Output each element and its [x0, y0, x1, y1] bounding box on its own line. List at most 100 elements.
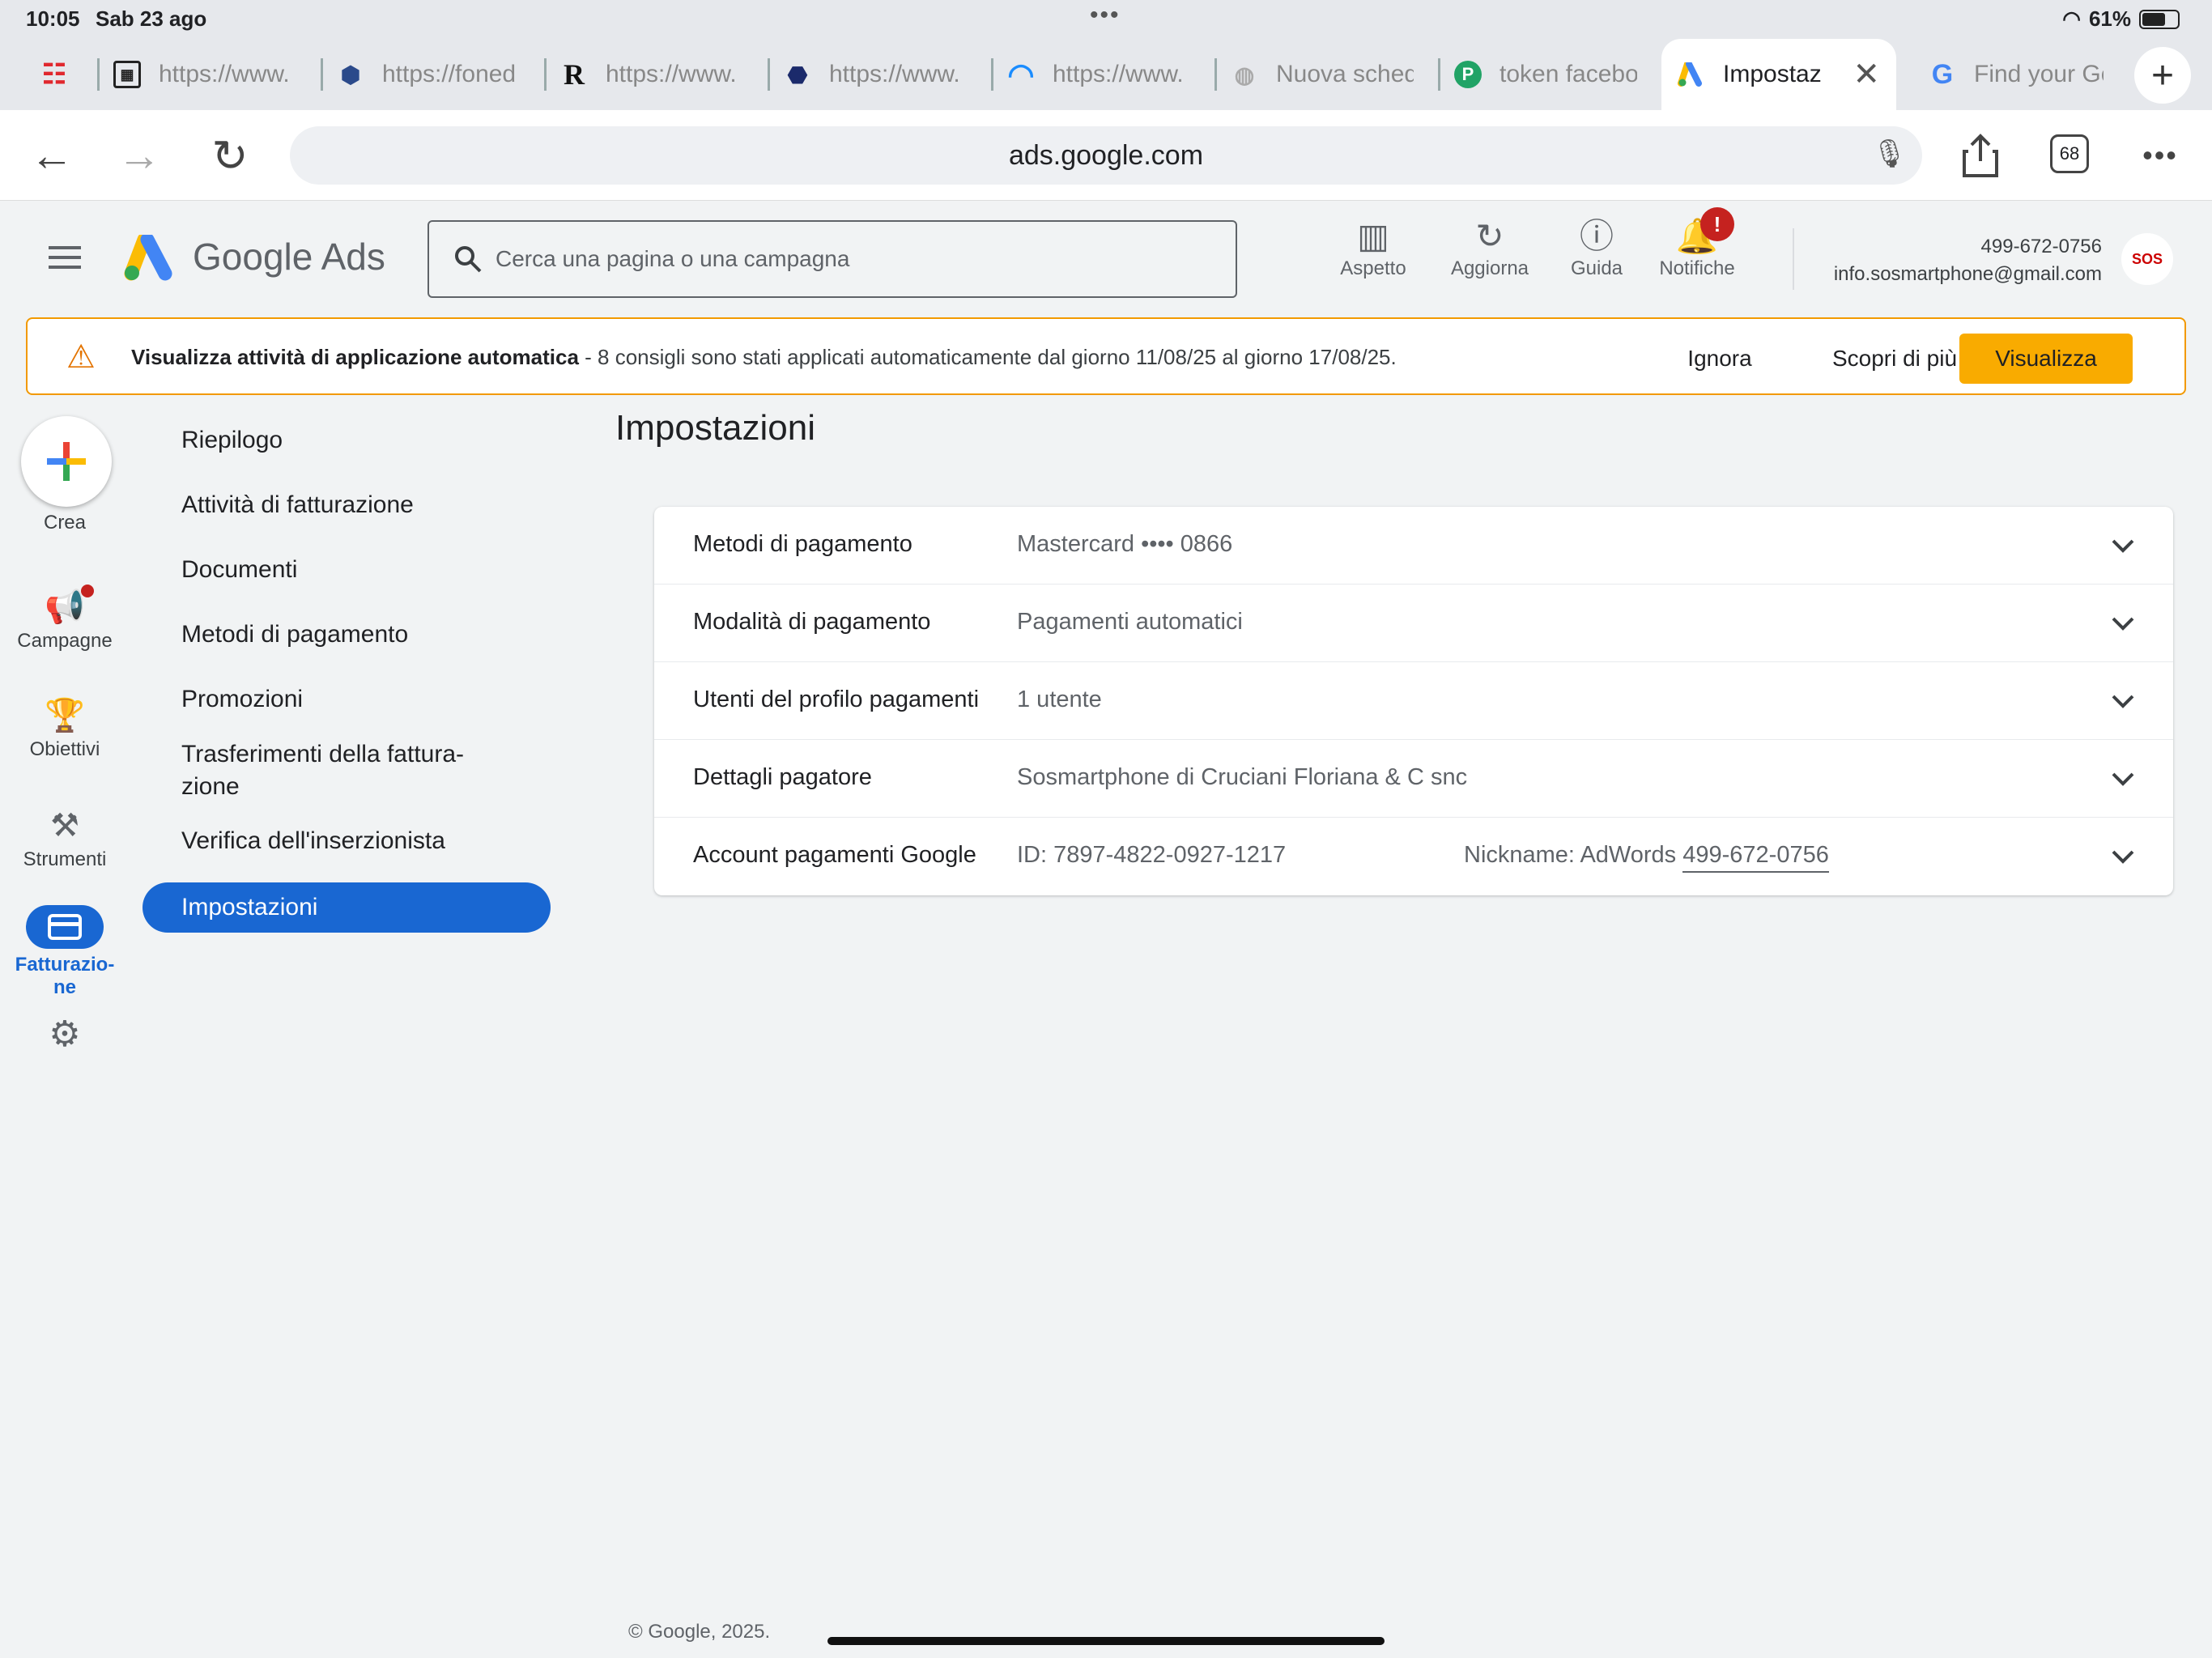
banner-title: Visualizza attività di applicazione auto… [131, 345, 579, 369]
google-ads-logo-icon [123, 232, 177, 282]
tab-count-button[interactable]: 68 [2050, 134, 2089, 173]
tab-title: token facebo [1499, 61, 1637, 87]
subnav-settings[interactable]: Impostazioni [143, 882, 551, 933]
chevron-down-icon[interactable] [2108, 687, 2138, 716]
home-indicator[interactable] [827, 1637, 1385, 1645]
forward-button[interactable]: → [113, 130, 165, 181]
subnav-promotions[interactable]: Promozioni [181, 683, 303, 716]
banner-text: Visualizza attività di applicazione auto… [131, 345, 1397, 370]
megaphone-icon: 📢 [45, 589, 85, 625]
refresh-label: Aggiorna [1450, 257, 1529, 279]
help-button[interactable]: ⓘ Guida [1548, 215, 1645, 280]
tab-pinned-app[interactable]: ☷ [0, 39, 97, 110]
row-value: Mastercard •••• 0866 [1017, 531, 1233, 557]
settings-row-payments-account[interactable]: Account pagamenti Google ID: 7897-4822-0… [654, 818, 2173, 895]
url-field[interactable]: ads.google.com [290, 126, 1922, 185]
account-info[interactable]: 499-672-0756 info.sosmartphone@gmail.com [1834, 233, 2102, 288]
settings-row-payment-methods[interactable]: Metodi di pagamento Mastercard •••• 0866 [654, 507, 2173, 585]
rail-goals-label: Obiettivi [29, 738, 100, 760]
tab-title: https://www. [159, 61, 290, 87]
tab-active-impostazioni[interactable]: Impostaz ✕ [1661, 39, 1896, 110]
row-value: ID: 7897-4822-0927-1217 [1017, 842, 1287, 868]
reload-button[interactable]: ↻ [204, 130, 256, 181]
nickname-link[interactable]: 499-672-0756 [1682, 842, 1829, 873]
create-label: Crea [43, 512, 87, 534]
appearance-label: Aspetto [1340, 257, 1406, 279]
header-divider [1793, 228, 1794, 290]
billing-label-line2: ne [53, 976, 76, 998]
tab-5[interactable]: ◠ https://www. [991, 39, 1214, 110]
row-value: 1 utente [1017, 687, 1102, 712]
tab-title: https://www. [606, 61, 737, 87]
chevron-down-icon[interactable] [2108, 609, 2138, 638]
rail-tools[interactable]: ⚒ Strumenti [0, 803, 130, 871]
r-favicon: R [564, 58, 585, 91]
tab-2[interactable]: ⬢ https://foned [321, 39, 544, 110]
tab-9[interactable]: G Find your Go [1896, 39, 2120, 110]
settings-row-payment-mode[interactable]: Modalità di pagamento Pagamenti automati… [654, 585, 2173, 662]
back-button[interactable]: ← [26, 130, 78, 181]
rail-campaigns[interactable]: 📢 Campagne [0, 585, 130, 653]
help-label: Guida [1570, 257, 1623, 279]
create-button[interactable] [21, 416, 112, 507]
subnav-summary[interactable]: Riepilogo [181, 424, 283, 457]
subnav-documents[interactable]: Documenti [181, 554, 297, 586]
multitask-dots-icon[interactable]: ••• [1090, 2, 1121, 29]
s-favicon: ⬣ [787, 62, 808, 87]
close-tab-icon[interactable]: ✕ [1853, 56, 1880, 93]
credit-card-icon [48, 914, 82, 940]
row-label: Dettagli pagatore [693, 764, 872, 790]
hamburger-menu-icon[interactable] [49, 246, 81, 269]
auto-apply-banner: ⚠ Visualizza attività di applicazione au… [26, 317, 2186, 395]
subnav-advertiser-verification[interactable]: Verifica dell'inserzionista [181, 825, 445, 857]
row-label: Modalità di pagamento [693, 609, 931, 635]
row-label: Utenti del profilo pagamenti [693, 687, 980, 712]
rail-billing[interactable] [26, 905, 104, 949]
row-label: Metodi di pagamento [693, 531, 912, 557]
notification-badge: ! [1700, 207, 1734, 241]
page-title: Impostazioni [615, 408, 816, 448]
notifications-label: Notifiche [1659, 257, 1735, 279]
tab-7[interactable]: P token facebo [1438, 39, 1661, 110]
product-title: Google Ads [193, 236, 385, 278]
view-button[interactable]: Visualizza [1959, 334, 2133, 384]
tab-title: Impostaz [1723, 61, 1822, 87]
subnav-billing-transfers[interactable]: Trasferimenti della fattura- zione [181, 738, 464, 803]
battery-icon [2139, 9, 2180, 29]
chevron-down-icon[interactable] [2108, 531, 2138, 560]
tab-title: Nuova sched [1276, 61, 1414, 87]
rail-billing-label: Fatturazio- ne [0, 954, 130, 999]
dismiss-button[interactable]: Ignora [1655, 334, 1784, 384]
search-input[interactable]: Cerca una pagina o una campagna [428, 220, 1237, 298]
rail-tools-label: Strumenti [23, 848, 107, 870]
chevron-down-icon[interactable] [2108, 842, 2138, 871]
subnav-payment-methods[interactable]: Metodi di pagamento [181, 619, 408, 651]
more-menu-icon[interactable]: ••• [2134, 130, 2186, 181]
settings-gear-icon[interactable]: ⚙ [0, 1014, 130, 1055]
new-tab-button[interactable]: + [2134, 47, 2191, 104]
status-time: 10:05 [26, 6, 80, 31]
battery-percent: 61% [2088, 6, 2131, 31]
settings-row-payer-details[interactable]: Dettagli pagatore Sosmartphone di Crucia… [654, 740, 2173, 818]
arc-favicon: ◠ [1007, 57, 1035, 92]
microphone-icon[interactable]: 🎙 [1872, 138, 1907, 170]
help-icon: ⓘ [1579, 217, 1614, 255]
subnav-billing-activity[interactable]: Attività di fatturazione [181, 489, 414, 521]
avatar[interactable]: SOS [2121, 233, 2173, 285]
chevron-down-icon[interactable] [2108, 764, 2138, 793]
tab-title: https://foned [382, 61, 517, 87]
tab-3[interactable]: R https://www. [544, 39, 768, 110]
refresh-button[interactable]: ↻ Aggiorna [1441, 215, 1538, 280]
share-button[interactable] [1955, 130, 2006, 181]
rail-goals[interactable]: 🏆 Obiettivi [0, 693, 130, 761]
refresh-icon: ↻ [1475, 217, 1504, 255]
tab-1[interactable]: ▦ https://www. [97, 39, 321, 110]
campaigns-alert-dot [81, 585, 94, 597]
tab-4[interactable]: ⬣ https://www. [768, 39, 991, 110]
settings-row-profile-users[interactable]: Utenti del profilo pagamenti 1 utente [654, 662, 2173, 740]
appearance-button[interactable]: ▥ Aspetto [1325, 215, 1422, 280]
tab-6[interactable]: ◍ Nuova sched [1214, 39, 1438, 110]
tab-title: Find your Go [1974, 61, 2104, 87]
account-email: info.sosmartphone@gmail.com [1833, 263, 2102, 285]
footer-copyright: © Google, 2025. [628, 1621, 771, 1643]
